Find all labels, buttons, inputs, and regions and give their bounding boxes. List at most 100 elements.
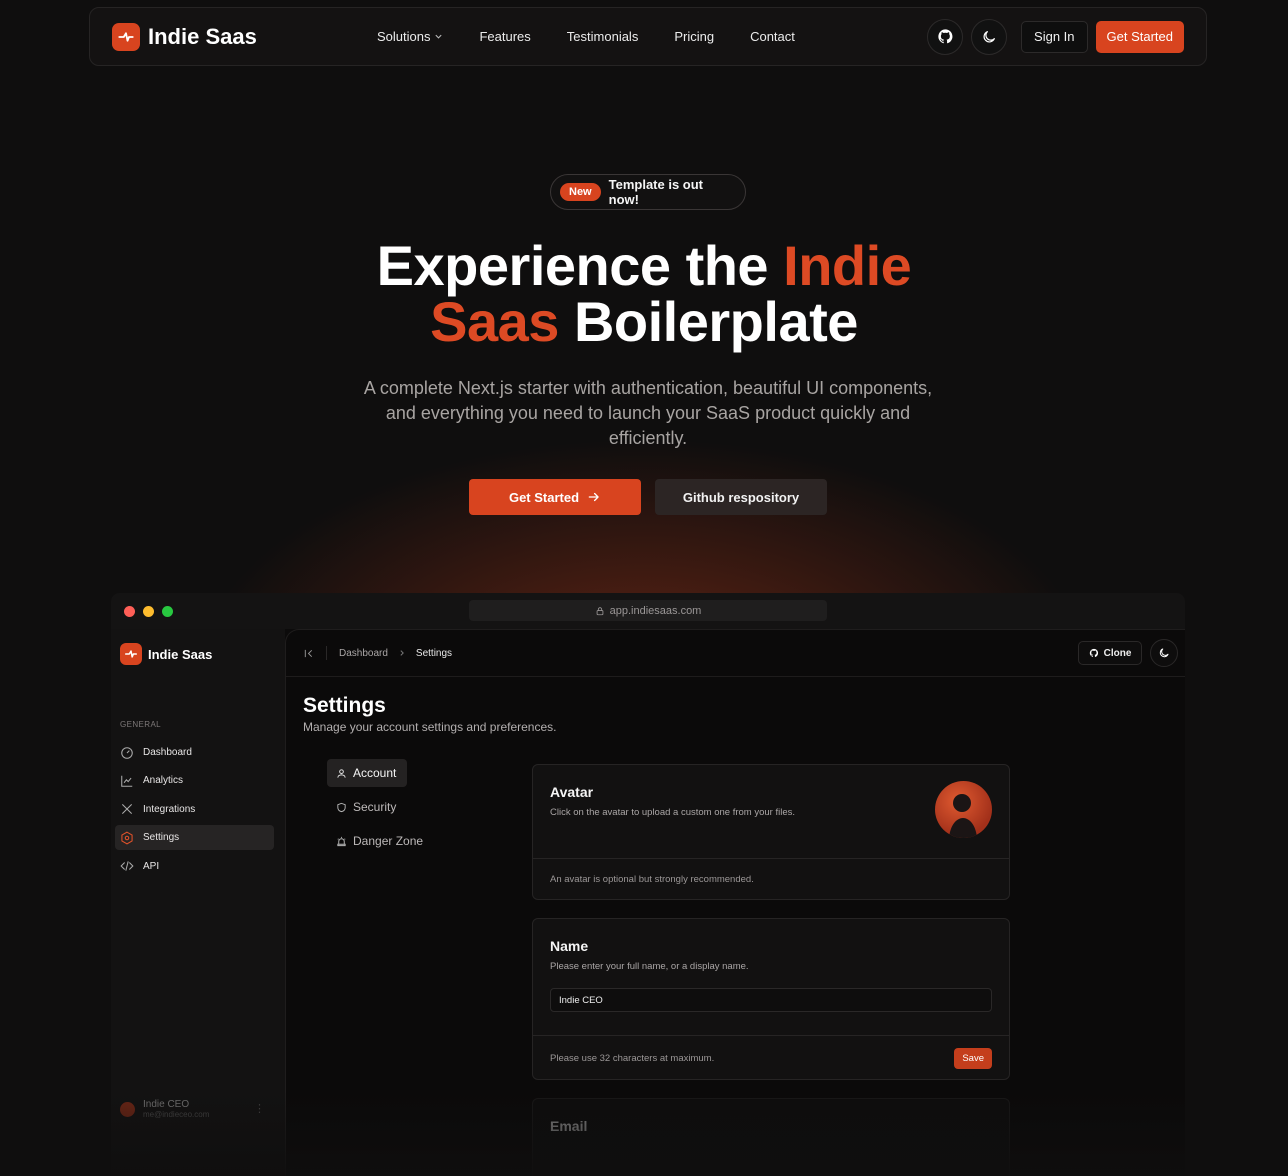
chevron-down-icon xyxy=(435,34,443,39)
avatar-card-description: Click on the avatar to upload a custom o… xyxy=(550,807,796,818)
tab-security[interactable]: Security xyxy=(327,793,447,821)
arrow-right-icon xyxy=(588,492,599,502)
lock-icon xyxy=(596,606,603,615)
avatar-card: Avatar Click on the avatar to upload a c… xyxy=(532,764,1010,900)
breadcrumb: Dashboard Settings xyxy=(326,646,452,660)
app-sidebar: Indie Saas GENERAL Dashboard Analytics I… xyxy=(111,629,285,1176)
collapse-sidebar-icon[interactable] xyxy=(303,648,314,659)
email-card-title: Email xyxy=(550,1118,588,1134)
sidebar-item-label: Settings xyxy=(143,832,180,844)
chevron-right-icon xyxy=(400,650,404,656)
nav-contact[interactable]: Contact xyxy=(750,29,795,44)
sidebar-nav: Dashboard Analytics Integrations Setting… xyxy=(115,740,274,882)
moon-icon xyxy=(983,30,995,42)
sidebar-item-label: Integrations xyxy=(143,803,196,815)
github-repository-button[interactable]: Github respository xyxy=(655,479,827,515)
hero-headline: Experience the Indie Saas Boilerplate xyxy=(300,238,988,350)
hero-subtitle: A complete Next.js starter with authenti… xyxy=(363,378,933,448)
page-title: Settings xyxy=(303,694,386,717)
sidebar-user[interactable]: Indie CEO me@indieceo.com xyxy=(120,1099,209,1120)
bolt-logo-icon xyxy=(120,643,142,665)
page-subtitle: Manage your account settings and prefere… xyxy=(303,720,557,734)
nav-features[interactable]: Features xyxy=(479,29,530,44)
name-card-hint: Please use 32 characters at maximum. xyxy=(550,1052,715,1064)
nav-pricing[interactable]: Pricing xyxy=(674,29,714,44)
email-card: Email xyxy=(532,1098,1010,1176)
name-input[interactable]: Indie CEO xyxy=(550,988,992,1012)
tools-icon xyxy=(121,804,133,815)
app-preview-window: app.indiesaas.com Indie Saas GENERAL Das… xyxy=(111,593,1185,1176)
theme-toggle-button[interactable] xyxy=(1150,639,1178,667)
name-card-description: Please enter your full name, or a displa… xyxy=(550,961,749,972)
avatar-upload[interactable] xyxy=(935,781,992,838)
shield-icon xyxy=(337,802,346,812)
nav-links: Solutions Features Testimonials Pricing … xyxy=(377,29,795,44)
main-panel: Dashboard Settings Clone Settings Manage… xyxy=(285,629,1185,1176)
top-navbar: Indie Saas Solutions Features Testimonia… xyxy=(89,7,1207,66)
minimize-dot-icon[interactable] xyxy=(143,605,154,617)
github-button[interactable] xyxy=(927,18,964,55)
sidebar-item-label: API xyxy=(143,860,160,872)
tab-account[interactable]: Account xyxy=(327,759,407,787)
user-email: me@indieceo.com xyxy=(143,1110,210,1119)
tab-label: Danger Zone xyxy=(353,834,424,848)
sidebar-item-settings[interactable]: Settings xyxy=(115,825,274,851)
nav-solutions-label: Solutions xyxy=(377,29,431,44)
breadcrumb-settings: Settings xyxy=(415,647,453,659)
headline-accent-2: Saas xyxy=(430,290,559,353)
more-vertical-icon[interactable]: ⋮ xyxy=(254,1102,265,1115)
sidebar-item-analytics[interactable]: Analytics xyxy=(115,768,274,793)
chart-line-icon xyxy=(121,775,133,787)
url-text: app.indiesaas.com xyxy=(609,604,702,617)
main-topbar: Dashboard Settings Clone xyxy=(286,630,1185,677)
github-icon xyxy=(1089,648,1098,657)
hero-get-started-label: Get Started xyxy=(508,489,580,505)
clone-label: Clone xyxy=(1103,647,1132,659)
headline-part-2: Boilerplate xyxy=(573,290,858,353)
user-icon xyxy=(337,768,346,778)
moon-icon xyxy=(1159,648,1169,658)
sidebar-item-integrations[interactable]: Integrations xyxy=(115,797,274,822)
github-icon xyxy=(937,29,952,44)
nav-actions: Sign In Get Started xyxy=(927,18,1184,55)
headline-accent-1: Indie xyxy=(783,234,912,297)
badge-text: Template is out now! xyxy=(608,177,704,207)
close-dot-icon[interactable] xyxy=(124,605,135,617)
avatar-card-title: Avatar xyxy=(550,784,594,800)
hero-get-started-button[interactable]: Get Started xyxy=(469,479,641,515)
sidebar-section-label: GENERAL xyxy=(120,720,162,729)
sidebar-item-api[interactable]: API xyxy=(115,854,274,879)
person-silhouette-icon xyxy=(949,794,977,838)
settings-hex-icon xyxy=(121,831,133,845)
address-bar[interactable]: app.indiesaas.com xyxy=(469,600,827,621)
avatar xyxy=(120,1102,135,1117)
get-started-nav-button[interactable]: Get Started xyxy=(1095,20,1184,53)
announcement-badge[interactable]: New Template is out now! xyxy=(550,174,746,210)
theme-toggle-button[interactable] xyxy=(971,18,1008,55)
bolt-logo-icon xyxy=(112,22,140,51)
window-titlebar: app.indiesaas.com xyxy=(111,593,1185,629)
tab-danger-zone[interactable]: Danger Zone xyxy=(327,827,447,855)
settings-tabs: Account Security Danger Zone xyxy=(327,759,447,861)
nav-solutions[interactable]: Solutions xyxy=(377,29,443,44)
avatar-card-footer: An avatar is optional but strongly recom… xyxy=(533,858,1009,900)
save-button[interactable]: Save xyxy=(954,1047,992,1069)
nav-testimonials[interactable]: Testimonials xyxy=(567,29,639,44)
name-card-footer: Please use 32 characters at maximum. Sav… xyxy=(533,1035,1009,1080)
sidebar-item-label: Analytics xyxy=(143,775,184,787)
brand-name: Indie Saas xyxy=(148,23,257,49)
clone-button[interactable]: Clone xyxy=(1078,641,1142,665)
sign-in-button[interactable]: Sign In xyxy=(1021,20,1088,53)
breadcrumb-dashboard[interactable]: Dashboard xyxy=(339,648,388,659)
sidebar-item-dashboard[interactable]: Dashboard xyxy=(115,740,274,765)
siren-icon xyxy=(337,836,346,846)
brand[interactable]: Indie Saas xyxy=(112,22,352,51)
headline-part-1: Experience the xyxy=(376,234,769,297)
gauge-icon xyxy=(121,746,133,759)
sidebar-brand[interactable]: Indie Saas xyxy=(120,643,212,665)
tab-label: Security xyxy=(353,800,397,814)
sidebar-brand-name: Indie Saas xyxy=(148,646,213,662)
maximize-dot-icon[interactable] xyxy=(162,605,173,617)
sidebar-item-label: Dashboard xyxy=(143,747,192,758)
new-pill: New xyxy=(560,183,601,201)
